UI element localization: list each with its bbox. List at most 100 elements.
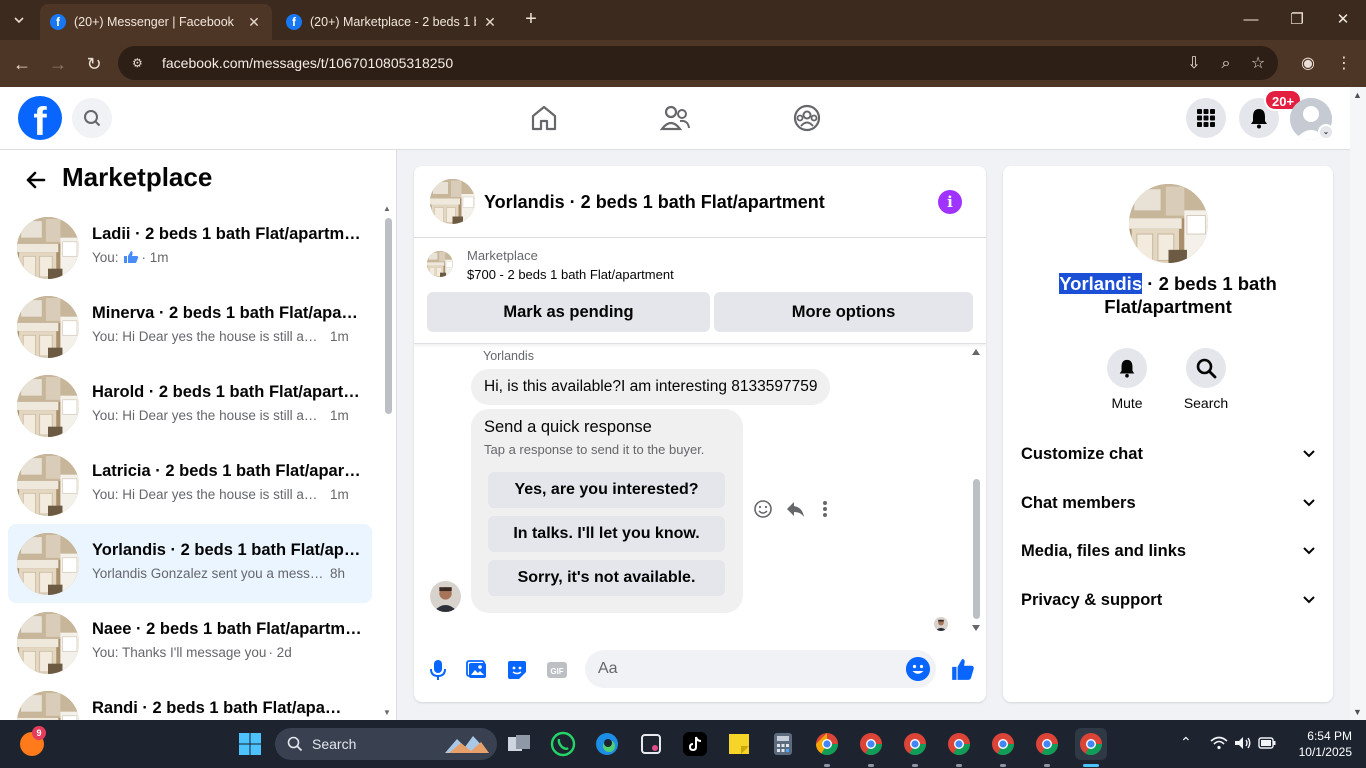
privacy-support-section[interactable]: Privacy & support — [1021, 585, 1321, 615]
more-vertical-icon[interactable] — [814, 498, 836, 520]
like-send-icon[interactable] — [950, 656, 976, 682]
scroll-down-arrow-icon[interactable] — [971, 624, 981, 632]
friends-nav-button[interactable] — [658, 101, 692, 135]
facebook-logo[interactable]: f — [18, 96, 62, 140]
new-tab-button[interactable]: + — [520, 8, 542, 32]
conversation-item-active[interactable]: Yorlandis · 2 beds 1 bath Flat/apartment… — [8, 524, 372, 603]
close-tab-icon[interactable]: ✕ — [482, 14, 498, 31]
account-chevron-icon[interactable]: ⌄ — [1318, 124, 1334, 140]
conversation-item[interactable]: Ladii · 2 beds 1 bath Flat/apartment You… — [8, 208, 372, 287]
message-bubble[interactable]: Hi, is this available?I am interesting 8… — [471, 369, 831, 405]
chrome-profile-icon[interactable] — [811, 728, 843, 760]
profile-icon[interactable]: ◉ — [1294, 50, 1322, 78]
more-options-button[interactable]: More options — [714, 292, 973, 332]
groups-nav-button[interactable] — [790, 101, 824, 135]
conversation-name: Randi · 2 beds 1 bath Flat/apartment — [92, 699, 347, 717]
system-clock[interactable]: 6:54 PM 10/1/2025 — [1286, 728, 1352, 760]
media-files-links-section[interactable]: Media, files and links — [1021, 536, 1321, 566]
edge-icon[interactable] — [591, 728, 623, 760]
chrome-profile-icon[interactable] — [1031, 728, 1063, 760]
task-view-icon[interactable] — [503, 728, 535, 760]
scroll-down-arrow-icon[interactable]: ▼ — [1353, 707, 1362, 717]
close-window-button[interactable]: ✕ — [1320, 0, 1366, 40]
chrome-active-icon[interactable] — [1075, 728, 1107, 760]
conversation-item[interactable]: Naee · 2 beds 1 bath Flat/apartment You:… — [8, 603, 372, 682]
battery-icon[interactable] — [1258, 737, 1276, 749]
quick-response-option[interactable]: Sorry, it's not available. — [488, 560, 725, 596]
mark-as-pending-button[interactable]: Mark as pending — [427, 292, 710, 332]
bookmark-star-icon[interactable]: ☆ — [1244, 50, 1272, 78]
volume-icon[interactable] — [1234, 736, 1252, 750]
sticker-icon[interactable] — [505, 658, 529, 682]
windows-start-icon[interactable] — [238, 732, 262, 756]
search-in-chat-button[interactable] — [1186, 348, 1226, 388]
quick-response-option[interactable]: In talks. I'll let you know. — [488, 516, 725, 552]
preview-text: You: Hi Dear yes the house is still avai… — [92, 408, 324, 423]
sender-avatar[interactable] — [430, 581, 461, 612]
listing-card: Marketplace $700 - 2 beds 1 bath Flat/ap… — [414, 238, 986, 344]
listing-thumbnail[interactable] — [427, 251, 453, 277]
scroll-down-arrow-icon[interactable]: ▼ — [383, 708, 393, 717]
forward-button[interactable]: → — [44, 50, 72, 78]
thread-scrollbar-thumb[interactable] — [973, 479, 980, 619]
home-nav-button[interactable] — [527, 101, 561, 135]
tiktok-icon[interactable] — [679, 728, 711, 760]
zoom-icon[interactable]: ⌕ — [1212, 50, 1240, 78]
site-settings-icon[interactable]: ⚙ — [132, 56, 148, 70]
chrome-profile-icon[interactable] — [855, 728, 887, 760]
info-icon[interactable]: i — [938, 190, 962, 214]
reply-icon[interactable] — [784, 498, 806, 520]
back-button[interactable]: ← — [8, 50, 36, 78]
conversation-item[interactable]: Minerva · 2 beds 1 bath Flat/apartment Y… — [8, 287, 372, 366]
facebook-search-button[interactable] — [72, 98, 112, 138]
conversation-item[interactable]: Randi · 2 beds 1 bath Flat/apartment — [8, 682, 372, 720]
search-label: Search — [1183, 395, 1229, 411]
conversation-item[interactable]: Latricia · 2 beds 1 bath Flat/apartment … — [8, 445, 372, 524]
search-action[interactable]: Search — [1176, 348, 1236, 411]
chat-title[interactable]: Yorlandis · 2 beds 1 bath Flat/apartment — [484, 192, 825, 213]
running-indicator — [868, 764, 874, 767]
wifi-icon[interactable] — [1210, 736, 1228, 750]
emoji-icon[interactable] — [906, 657, 930, 681]
restore-button[interactable]: ❐ — [1274, 0, 1320, 40]
taskbar-search-box[interactable]: Search — [275, 728, 497, 760]
chat-avatar[interactable] — [430, 179, 475, 224]
calculator-icon[interactable] — [767, 728, 799, 760]
install-app-icon[interactable]: ⇩ — [1180, 50, 1208, 78]
chrome-profile-icon[interactable] — [899, 728, 931, 760]
chrome-profile-icon[interactable] — [987, 728, 1019, 760]
omnibox[interactable]: ⚙ facebook.com/messages/t/10670108053182… — [118, 46, 1278, 80]
mute-action[interactable]: Mute — [1097, 348, 1157, 411]
listing-price-title[interactable]: $700 - 2 beds 1 bath Flat/apartment — [467, 267, 674, 282]
sidebar-scrollbar-thumb[interactable] — [385, 218, 392, 414]
react-emoji-icon[interactable] — [752, 498, 774, 520]
sticky-notes-icon[interactable] — [723, 728, 755, 760]
back-arrow-button[interactable] — [22, 166, 50, 194]
tab-search-button[interactable] — [6, 8, 32, 32]
message-input[interactable]: Aa — [585, 650, 936, 688]
microphone-icon[interactable] — [426, 658, 450, 682]
gif-icon[interactable]: GIF — [545, 658, 569, 682]
scroll-up-arrow-icon[interactable]: ▲ — [383, 204, 393, 213]
chrome-profile-icon[interactable] — [943, 728, 975, 760]
whatsapp-icon[interactable] — [547, 728, 579, 760]
menu-button[interactable] — [1186, 98, 1226, 138]
menu-kebab-icon[interactable]: ⋮ — [1330, 50, 1358, 78]
mute-button[interactable] — [1107, 348, 1147, 388]
scroll-up-arrow-icon[interactable] — [971, 348, 981, 356]
conversation-item[interactable]: Harold · 2 beds 1 bath Flat/apartment Yo… — [8, 366, 372, 445]
chat-members-section[interactable]: Chat members — [1021, 488, 1321, 518]
minimize-button[interactable]: — — [1228, 0, 1274, 40]
snipping-tool-icon[interactable] — [635, 728, 667, 760]
tab-messenger[interactable]: f (20+) Messenger | Facebook ✕ — [40, 4, 272, 40]
reload-button[interactable]: ↻ — [80, 50, 108, 78]
tray-chevron-icon[interactable]: ⌃ — [1180, 734, 1192, 751]
tab-marketplace[interactable]: f (20+) Marketplace - 2 beds 1 b ✕ — [276, 4, 508, 40]
customize-chat-section[interactable]: Customize chat — [1021, 439, 1321, 469]
close-tab-icon[interactable]: ✕ — [246, 14, 262, 31]
chat-info-avatar[interactable] — [1129, 184, 1208, 263]
photo-icon[interactable] — [465, 658, 489, 682]
quick-response-option[interactable]: Yes, are you interested? — [488, 472, 725, 508]
scroll-up-arrow-icon[interactable]: ▲ — [1353, 90, 1362, 100]
page-scrollbar[interactable]: ▲ ▼ — [1350, 87, 1366, 720]
